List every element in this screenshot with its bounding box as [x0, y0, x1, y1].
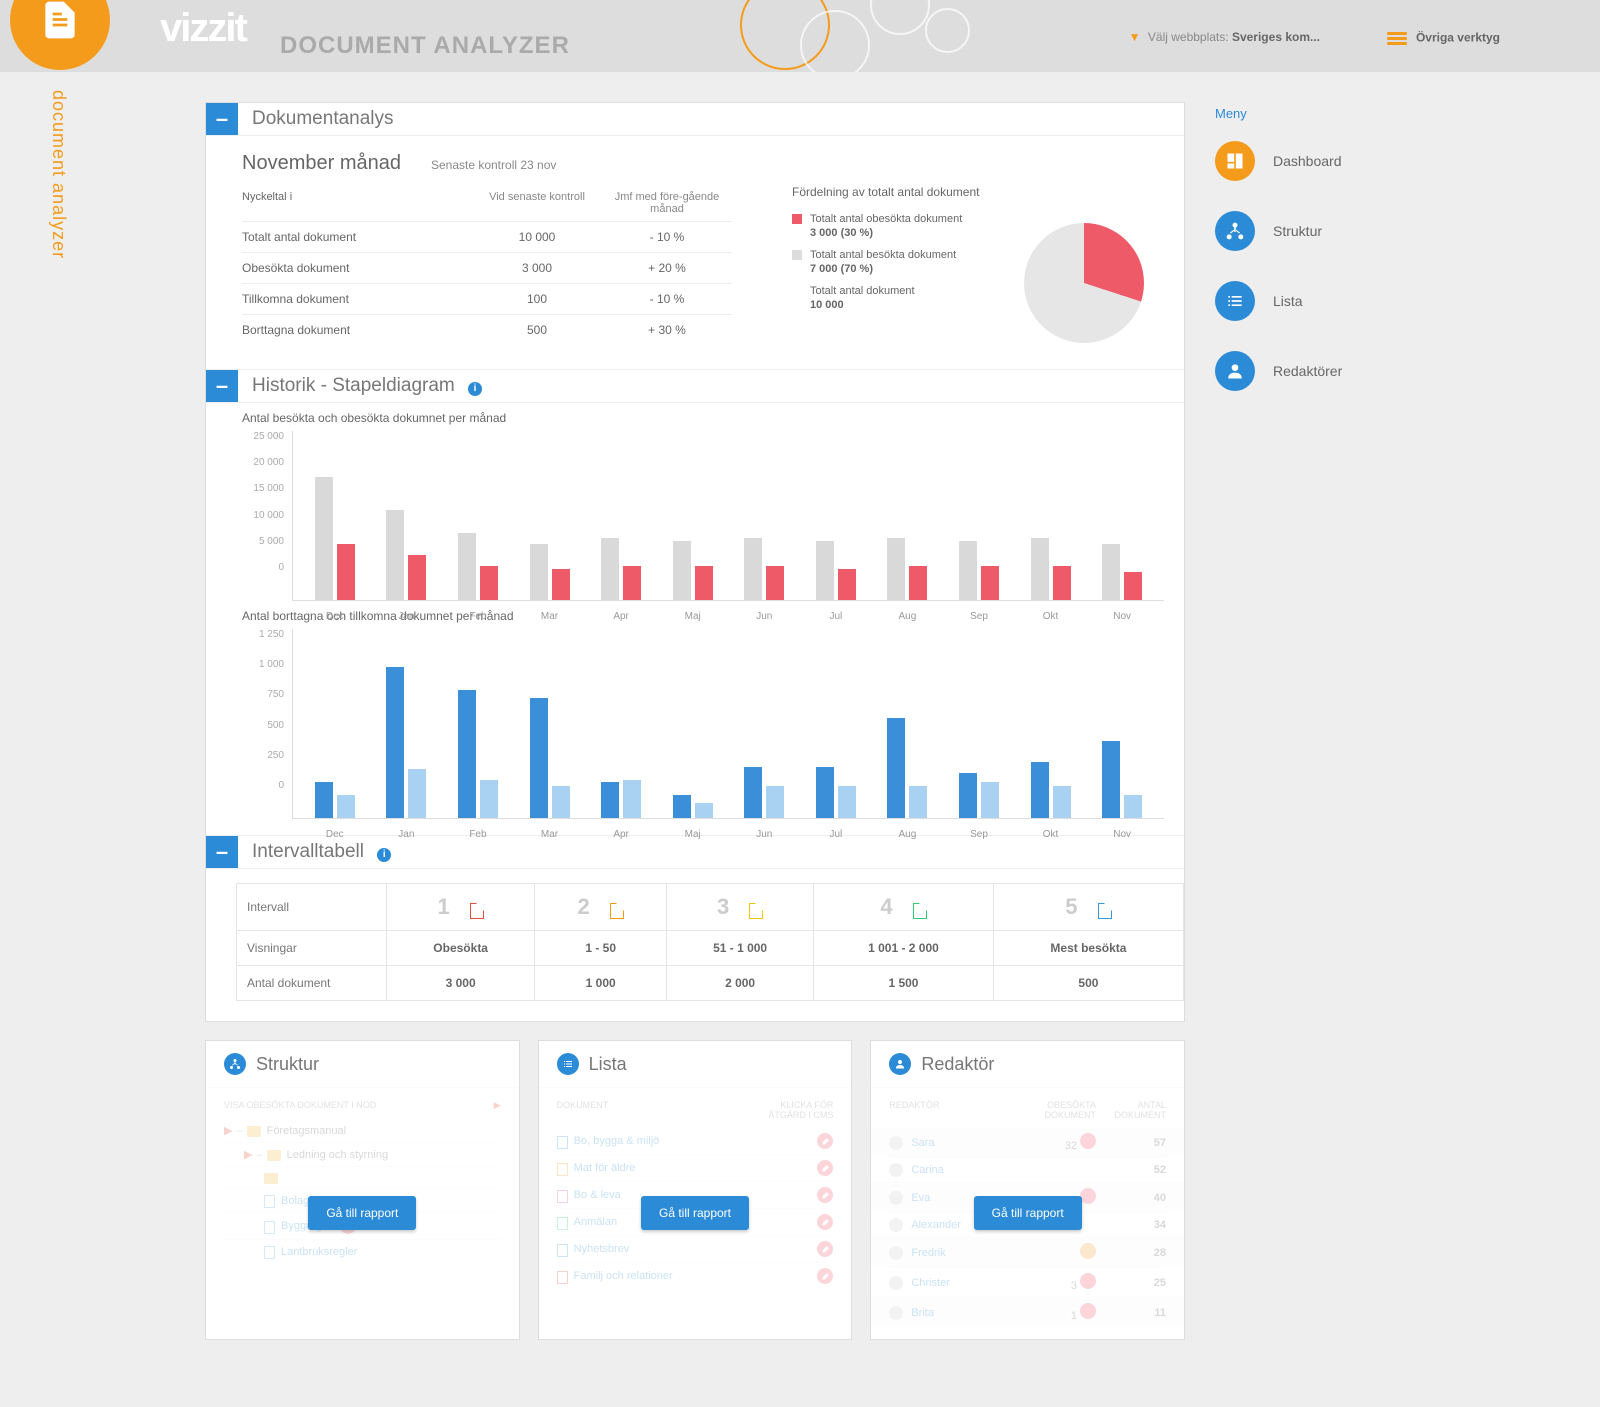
site-picker[interactable]: ▼ Välj webbplats: Sveriges kom...	[1129, 30, 1320, 44]
chart1-title: Antal besökta och obesökta dokumnet per …	[242, 411, 1184, 425]
collapse-toggle[interactable]: –	[206, 103, 238, 135]
kpi-row: Tillkomna dokument100- 10 %	[242, 283, 732, 314]
menu-item-struktur[interactable]: Struktur	[1215, 211, 1395, 251]
bar-group: Aug	[876, 460, 940, 600]
menu-icon	[1215, 281, 1255, 321]
top-banner: vizzit DOCUMENT ANALYZER ▼ Välj webbplat…	[0, 0, 1600, 72]
redaktor-card: Redaktör REDAKTÖROBESÖKTA DOKUMENTANTAL …	[870, 1040, 1185, 1340]
info-icon[interactable]: i	[468, 382, 482, 396]
chart-removed: 1 2501 0007505002500DecJanFebMarAprMajJu…	[206, 629, 1184, 819]
bar-group: Nov	[1090, 658, 1154, 818]
bar-group: Apr	[589, 460, 653, 600]
bar-group: Dec	[303, 658, 367, 818]
side-badge-text: document analyzer	[48, 90, 69, 259]
info-icon[interactable]: i	[290, 191, 292, 203]
bar-group: Dec	[303, 460, 367, 600]
bar-group: Jun	[732, 658, 796, 818]
menu-icon	[1215, 351, 1255, 391]
bar-group: Feb	[446, 460, 510, 600]
collapse-toggle[interactable]: –	[206, 370, 238, 402]
side-menu: Meny Dashboard Struktur Lista Redaktörer	[1215, 102, 1395, 1340]
bar-group: Okt	[1019, 658, 1083, 818]
kpi-row: Obesökta dokument3 000+ 20 %	[242, 252, 732, 283]
summary-card: – Dokumentanalys November månad Senaste …	[205, 102, 1185, 1022]
tree-icon	[224, 1053, 246, 1075]
struktur-card: Struktur VISA OBESÖKTA DOKUMENT I NOD▶ ▶…	[205, 1040, 520, 1340]
bar-group: Jun	[732, 460, 796, 600]
goto-report-button[interactable]: Gå till rapport	[974, 1196, 1082, 1230]
bar-group: Jul	[804, 658, 868, 818]
bar-group: Maj	[661, 658, 725, 818]
bar-group: Okt	[1019, 460, 1083, 600]
bar-group: Nov	[1090, 460, 1154, 600]
menu-item-redaktörer[interactable]: Redaktörer	[1215, 351, 1395, 391]
month-heading: November månad	[242, 152, 401, 175]
bar-group: Sep	[947, 460, 1011, 600]
menu-icon	[1215, 211, 1255, 251]
collapse-toggle[interactable]: –	[206, 836, 238, 868]
bar-group: Maj	[661, 460, 725, 600]
section-title: Dokumentanalys	[252, 108, 394, 130]
bar-group: Jul	[804, 460, 868, 600]
section-title: Intervalltabell i	[252, 841, 391, 863]
section-title: Historik - Stapeldiagram i	[252, 375, 482, 397]
other-tools-link[interactable]: Övriga verktyg	[1387, 30, 1500, 47]
kpi-table: Nyckeltal i Vid senaste kontroll Jmf med…	[242, 185, 732, 345]
bar-group: Feb	[446, 658, 510, 818]
menu-item-lista[interactable]: Lista	[1215, 281, 1395, 321]
bar-group: Apr	[589, 658, 653, 818]
hamburger-icon	[1387, 30, 1407, 47]
chart-visited: 25 00020 00015 00010 0005 0000DecJanFebM…	[206, 431, 1184, 601]
interval-table: Intervall12345VisningarObesökta1 - 5051 …	[236, 883, 1184, 1001]
goto-report-button[interactable]: Gå till rapport	[641, 1196, 749, 1230]
app-subtitle: DOCUMENT ANALYZER	[280, 32, 570, 60]
goto-report-button[interactable]: Gå till rapport	[308, 1196, 416, 1230]
pie-chart	[1024, 223, 1144, 343]
kpi-row: Borttagna dokument500+ 30 %	[242, 314, 732, 345]
lista-card: Lista DOKUMENTKLICKA FÖR ÅTGÄRD I CMS Bo…	[538, 1040, 853, 1340]
bar-group: Sep	[947, 658, 1011, 818]
kpi-row: Totalt antal dokument10 000- 10 %	[242, 221, 732, 252]
bar-group: Mar	[518, 460, 582, 600]
bar-group: Mar	[518, 658, 582, 818]
bar-group: Jan	[375, 658, 439, 818]
bar-group: Aug	[876, 658, 940, 818]
person-icon	[889, 1053, 911, 1075]
doc-icon	[10, 0, 110, 70]
brand-logo: vizzit	[160, 6, 246, 51]
info-icon[interactable]: i	[377, 848, 391, 862]
menu-item-dashboard[interactable]: Dashboard	[1215, 141, 1395, 181]
last-check: Senaste kontroll 23 nov	[431, 158, 556, 172]
menu-icon	[1215, 141, 1255, 181]
menu-title: Meny	[1215, 106, 1395, 121]
side-badge: document analyzer	[0, 0, 110, 259]
list-icon	[557, 1053, 579, 1075]
bar-group: Jan	[375, 460, 439, 600]
